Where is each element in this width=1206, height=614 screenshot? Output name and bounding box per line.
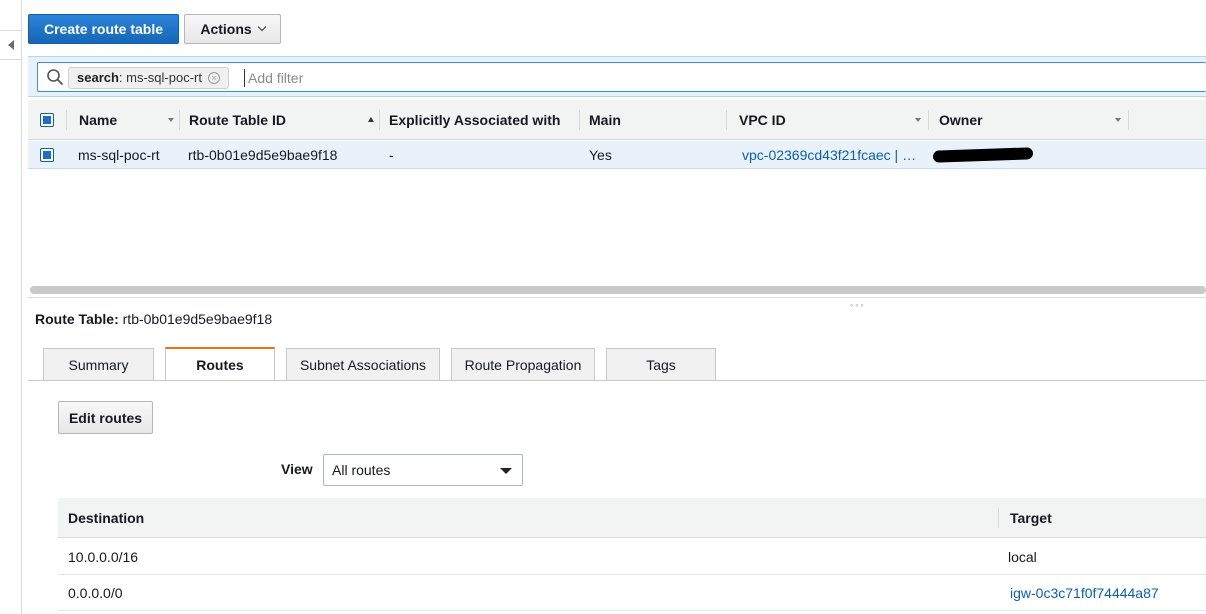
column-header-vpc-id[interactable]: VPC ID: [739, 100, 921, 139]
caret-left-icon: [7, 40, 14, 50]
filter-token-value: : ms-sql-poc-rt: [118, 70, 202, 85]
remove-token-icon[interactable]: ×: [207, 72, 220, 84]
panel-divider: [28, 297, 1206, 298]
sort-ascending-icon: [368, 117, 374, 122]
view-select-value: All routes: [332, 462, 391, 478]
tab-subnet-associations[interactable]: Subnet Associations: [286, 348, 440, 381]
route-tables-header: Name Route Table ID Explicitly Associate…: [28, 100, 1206, 140]
dropdown-caret-icon: [500, 468, 512, 474]
routes-table-header: Destination Target: [58, 498, 1206, 538]
table-row: 10.0.0.0/16 local: [58, 539, 1206, 575]
filter-bar: search: ms-sql-poc-rt × Add filter: [28, 56, 1206, 97]
side-nav-rail: [0, 0, 22, 614]
filter-token[interactable]: search: ms-sql-poc-rt ×: [68, 67, 229, 89]
cell-destination: 10.0.0.0/16: [68, 548, 139, 565]
filter-token-key: search: [77, 70, 119, 85]
cell-route-table-id: rtb-0b01e9d5e9bae9f18: [188, 146, 338, 163]
table-row[interactable]: ms-sql-poc-rt rtb-0b01e9d5e9bae9f18 - Ye…: [28, 141, 1206, 169]
row-checkbox[interactable]: [40, 141, 54, 168]
view-select[interactable]: All routes: [323, 454, 523, 486]
cell-target: local: [1008, 548, 1037, 565]
column-header-owner[interactable]: Owner: [939, 100, 1121, 139]
route-table-id-value: rtb-0b01e9d5e9bae9f18: [122, 311, 273, 327]
column-header-explicitly-associated[interactable]: Explicitly Associated with: [389, 100, 560, 139]
resize-grip-icon[interactable]: ◦◦◦: [850, 300, 866, 310]
table-row: 0.0.0.0/0 igw-0c3c71f0f74444a87: [58, 575, 1206, 611]
tabs-underline: [28, 380, 1206, 381]
select-all-checkbox[interactable]: [40, 100, 54, 139]
sort-icon: [1115, 117, 1121, 122]
actions-dropdown-button[interactable]: Actions: [184, 14, 281, 44]
tab-routes[interactable]: Routes: [165, 347, 275, 381]
cell-destination: 0.0.0.0/0: [68, 584, 123, 601]
sort-icon: [168, 117, 174, 122]
expand-nav-toggle[interactable]: [0, 30, 22, 60]
view-label: View: [281, 461, 313, 477]
search-icon: [47, 69, 64, 86]
chevron-down-icon: [257, 22, 266, 32]
actions-label: Actions: [200, 21, 252, 37]
tab-route-propagation[interactable]: Route Propagation: [451, 348, 595, 381]
filter-input-box[interactable]: search: ms-sql-poc-rt × Add filter: [37, 62, 1206, 92]
tab-summary[interactable]: Summary: [43, 348, 154, 381]
tab-tags[interactable]: Tags: [606, 348, 716, 381]
edit-routes-button[interactable]: Edit routes: [58, 401, 153, 434]
column-header-route-table-id[interactable]: Route Table ID: [189, 100, 374, 139]
column-header-name[interactable]: Name: [79, 100, 174, 139]
horizontal-scrollbar[interactable]: [30, 286, 1206, 294]
cell-owner-redacted: [932, 141, 1034, 168]
column-header-destination: Destination: [68, 509, 145, 526]
cell-explicitly-associated: -: [389, 146, 394, 163]
column-header-main[interactable]: Main: [589, 100, 621, 139]
add-filter-input[interactable]: Add filter: [244, 69, 303, 87]
create-route-table-button[interactable]: Create route table: [28, 14, 179, 44]
route-table-label: Route Table: rtb-0b01e9d5e9bae9f18: [35, 311, 273, 327]
sort-icon: [915, 117, 921, 122]
igw-target-link[interactable]: igw-0c3c71f0f74444a87: [1010, 575, 1159, 610]
cell-main: Yes: [589, 146, 612, 163]
column-header-target: Target: [1010, 509, 1052, 526]
cell-name: ms-sql-poc-rt: [78, 146, 160, 163]
vpc-id-link[interactable]: vpc-02369cd43f21fcaec | …: [742, 141, 916, 168]
